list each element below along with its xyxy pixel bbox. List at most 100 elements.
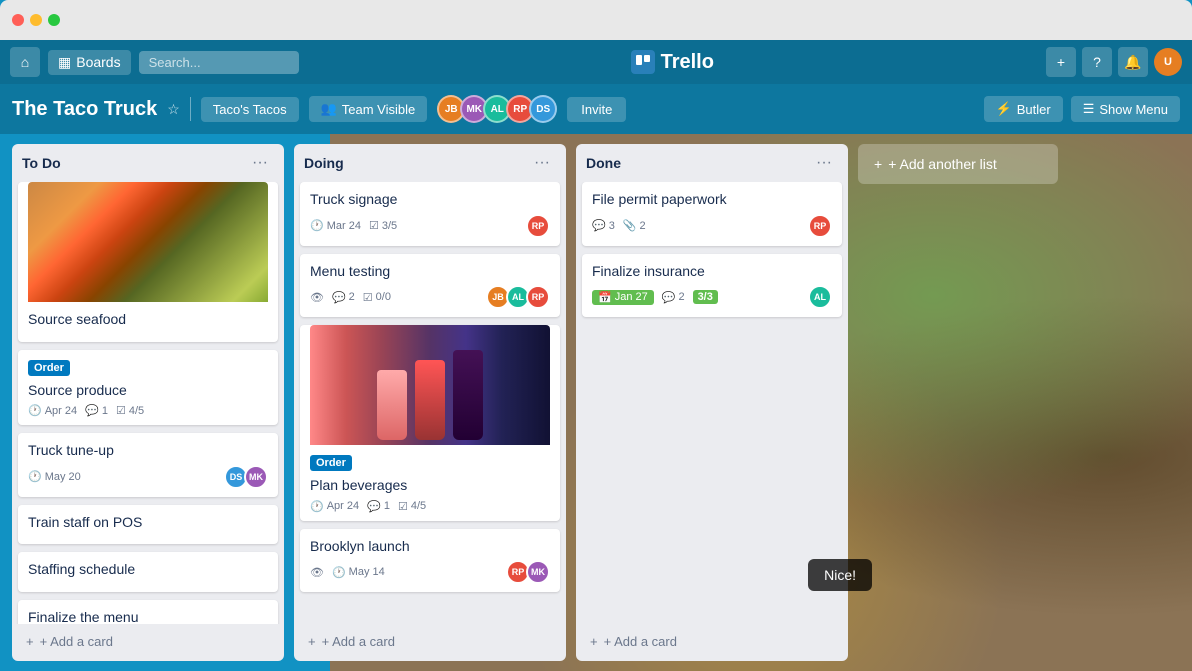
clock-icon-2: 🕐 bbox=[28, 470, 42, 483]
card-meta-comments: 💬 1 bbox=[85, 404, 108, 417]
add-card-label-done: + Add a card bbox=[604, 634, 677, 649]
card-meta-date-text: Apr 24 bbox=[45, 405, 77, 417]
card-brooklyn-launch[interactable]: Brooklyn launch 👁 🕐 May 14 RP MK bbox=[300, 529, 560, 593]
add-card-button-done[interactable]: + + Add a card bbox=[582, 628, 842, 655]
eye-icon: 👁 bbox=[310, 291, 324, 304]
comment-icon-beverages: 💬 bbox=[367, 500, 381, 513]
card-file-permit-meta: 💬 3 📎 2 RP bbox=[592, 214, 832, 238]
card-menu-testing[interactable]: Menu testing 👁 💬 2 ☑ 0/0 bbox=[300, 254, 560, 318]
list-done-menu-button[interactable]: ··· bbox=[810, 152, 838, 174]
card-drinks-image-container bbox=[310, 325, 550, 445]
add-card-button-doing[interactable]: + + Add a card bbox=[300, 628, 560, 655]
app-container: ⌂ ▦ Boards Trello + ? 🔔 U The Taco Truck… bbox=[0, 40, 1192, 671]
visibility-button[interactable]: 👥 Team Visible bbox=[309, 96, 428, 122]
card-meta-date-tuneup: 🕐 May 20 bbox=[28, 470, 81, 483]
board-star-icon[interactable]: ☆ bbox=[167, 101, 180, 118]
notifications-button[interactable]: 🔔 bbox=[1118, 47, 1148, 77]
card-meta-comments-beverages: 💬 1 bbox=[367, 500, 390, 513]
toast-text: Nice! bbox=[824, 567, 856, 583]
traffic-light-red[interactable] bbox=[12, 14, 24, 26]
card-avatar-group-testing: JB AL RP bbox=[486, 285, 550, 309]
search-input[interactable] bbox=[139, 51, 299, 74]
checklist-icon-signage: ☑ bbox=[369, 219, 379, 232]
board-title: The Taco Truck bbox=[12, 98, 157, 121]
add-card-button-todo[interactable]: + + Add a card bbox=[18, 628, 278, 655]
comment-icon-testing: 💬 bbox=[332, 291, 346, 304]
card-meta-comments-text: 1 bbox=[102, 405, 108, 417]
list-doing-title: Doing bbox=[304, 155, 344, 171]
boards-label: Boards bbox=[76, 54, 120, 70]
card-finalize-insurance-title: Finalize insurance bbox=[592, 262, 832, 282]
checklist-icon-testing: ☑ bbox=[363, 291, 373, 304]
traffic-light-green[interactable] bbox=[48, 14, 60, 26]
card-meta-checklist-beverages: ☑ 4/5 bbox=[398, 500, 426, 513]
card-drinks-image bbox=[310, 325, 550, 445]
card-file-permit[interactable]: File permit paperwork 💬 3 📎 2 RP bbox=[582, 182, 842, 246]
card-train-staff[interactable]: Train staff on POS bbox=[18, 505, 278, 545]
toast-notification: Nice! bbox=[808, 559, 872, 591]
list-todo-menu-button[interactable]: ··· bbox=[246, 152, 274, 174]
card-source-seafood[interactable]: Source seafood bbox=[18, 182, 278, 342]
card-source-produce[interactable]: Order Source produce 🕐 Apr 24 💬 1 ☑ bbox=[18, 350, 278, 426]
add-list-button[interactable]: + + Add another list bbox=[858, 144, 1058, 184]
list-doing-header: Doing ··· bbox=[294, 144, 566, 182]
boards-button[interactable]: ▦ Boards bbox=[48, 50, 131, 75]
card-avatar-group-insurance: AL bbox=[808, 285, 832, 309]
card-meta-checklist-signage: ☑ 3/5 bbox=[369, 219, 397, 232]
list-todo-header: To Do ··· bbox=[12, 144, 284, 182]
card-finalize-insurance[interactable]: Finalize insurance 📅 Jan 27 💬 2 3/3 AL bbox=[582, 254, 842, 318]
card-truck-signage[interactable]: Truck signage 🕐 Mar 24 ☑ 3/5 RP bbox=[300, 182, 560, 246]
card-plan-beverages-title: Plan beverages bbox=[310, 476, 550, 496]
add-list-label: + Add another list bbox=[888, 156, 997, 172]
card-produce-image bbox=[28, 182, 268, 302]
list-done-cards: File permit paperwork 💬 3 📎 2 RP bbox=[576, 182, 848, 624]
checklist-icon: ☑ bbox=[116, 404, 126, 417]
team-name-label: Taco's Tacos bbox=[213, 102, 287, 117]
card-avatar-group-signage: RP bbox=[526, 214, 550, 238]
member-avatar-4[interactable]: DS bbox=[529, 95, 557, 123]
card-plan-beverages[interactable]: Order Plan beverages 🕐 Apr 24 💬 1 ☑ bbox=[300, 325, 560, 521]
plus-button[interactable]: + bbox=[1046, 47, 1076, 77]
traffic-light-yellow[interactable] bbox=[30, 14, 42, 26]
card-meta-view: 👁 bbox=[310, 291, 324, 304]
comment-icon-insurance: 💬 bbox=[662, 291, 676, 304]
card-meta-checklist-testing-text: 0/0 bbox=[376, 291, 391, 303]
team-name-button[interactable]: Taco's Tacos bbox=[201, 97, 299, 122]
card-meta-date-brooklyn: 🕐 May 14 bbox=[332, 566, 385, 579]
card-brooklyn-launch-meta: 👁 🕐 May 14 RP MK bbox=[310, 560, 550, 584]
add-card-plus-icon-done: + bbox=[590, 634, 598, 649]
card-meta-date: 🕐 Apr 24 bbox=[28, 404, 77, 417]
board-header-right: ⚡ Butler ☰ Show Menu bbox=[984, 96, 1180, 122]
card-avatar-group-permit: RP bbox=[808, 214, 832, 238]
add-card-plus-icon-doing: + bbox=[308, 634, 316, 649]
card-avatar-mk-brooklyn: MK bbox=[526, 560, 550, 584]
info-button[interactable]: ? bbox=[1082, 47, 1112, 77]
card-meta-view-brooklyn: 👁 bbox=[310, 566, 324, 579]
add-card-label-doing: + Add a card bbox=[322, 634, 395, 649]
card-meta-date-signage-text: Mar 24 bbox=[327, 220, 361, 232]
board-header: The Taco Truck ☆ Taco's Tacos 👥 Team Vis… bbox=[0, 84, 1192, 134]
date-badge-text: Jan 27 bbox=[615, 291, 648, 303]
card-truck-tuneup[interactable]: Truck tune-up 🕐 May 20 DS MK bbox=[18, 433, 278, 497]
home-button[interactable]: ⌂ bbox=[10, 47, 40, 77]
butler-label: Butler bbox=[1017, 102, 1051, 117]
card-meta-date-brooklyn-text: May 14 bbox=[349, 566, 385, 578]
list-doing-cards: Truck signage 🕐 Mar 24 ☑ 3/5 RP bbox=[294, 182, 566, 624]
card-meta-date-beverages-text: Apr 24 bbox=[327, 500, 359, 512]
user-avatar[interactable]: U bbox=[1154, 48, 1182, 76]
add-list-icon: + bbox=[874, 156, 882, 172]
trello-logo: Trello bbox=[307, 50, 1038, 74]
card-finalize-insurance-meta: 📅 Jan 27 💬 2 3/3 AL bbox=[592, 285, 832, 309]
add-card-plus-icon: + bbox=[26, 634, 34, 649]
invite-button[interactable]: Invite bbox=[567, 97, 626, 122]
board-content: To Do ··· Source seafood Order Source pr… bbox=[0, 134, 1192, 671]
show-menu-button[interactable]: ☰ Show Menu bbox=[1071, 96, 1180, 122]
card-finalize-menu[interactable]: Finalize the menu 📎 2 ☑ 5/7 bbox=[18, 600, 278, 624]
member-avatars: JB MK AL RP DS bbox=[437, 95, 557, 123]
butler-button[interactable]: ⚡ Butler bbox=[984, 96, 1063, 122]
card-staffing-schedule[interactable]: Staffing schedule bbox=[18, 552, 278, 592]
card-avatar-rp-signage: RP bbox=[526, 214, 550, 238]
navbar: ⌂ ▦ Boards Trello + ? 🔔 U bbox=[0, 40, 1192, 84]
traffic-lights bbox=[12, 14, 60, 26]
list-doing-menu-button[interactable]: ··· bbox=[528, 152, 556, 174]
